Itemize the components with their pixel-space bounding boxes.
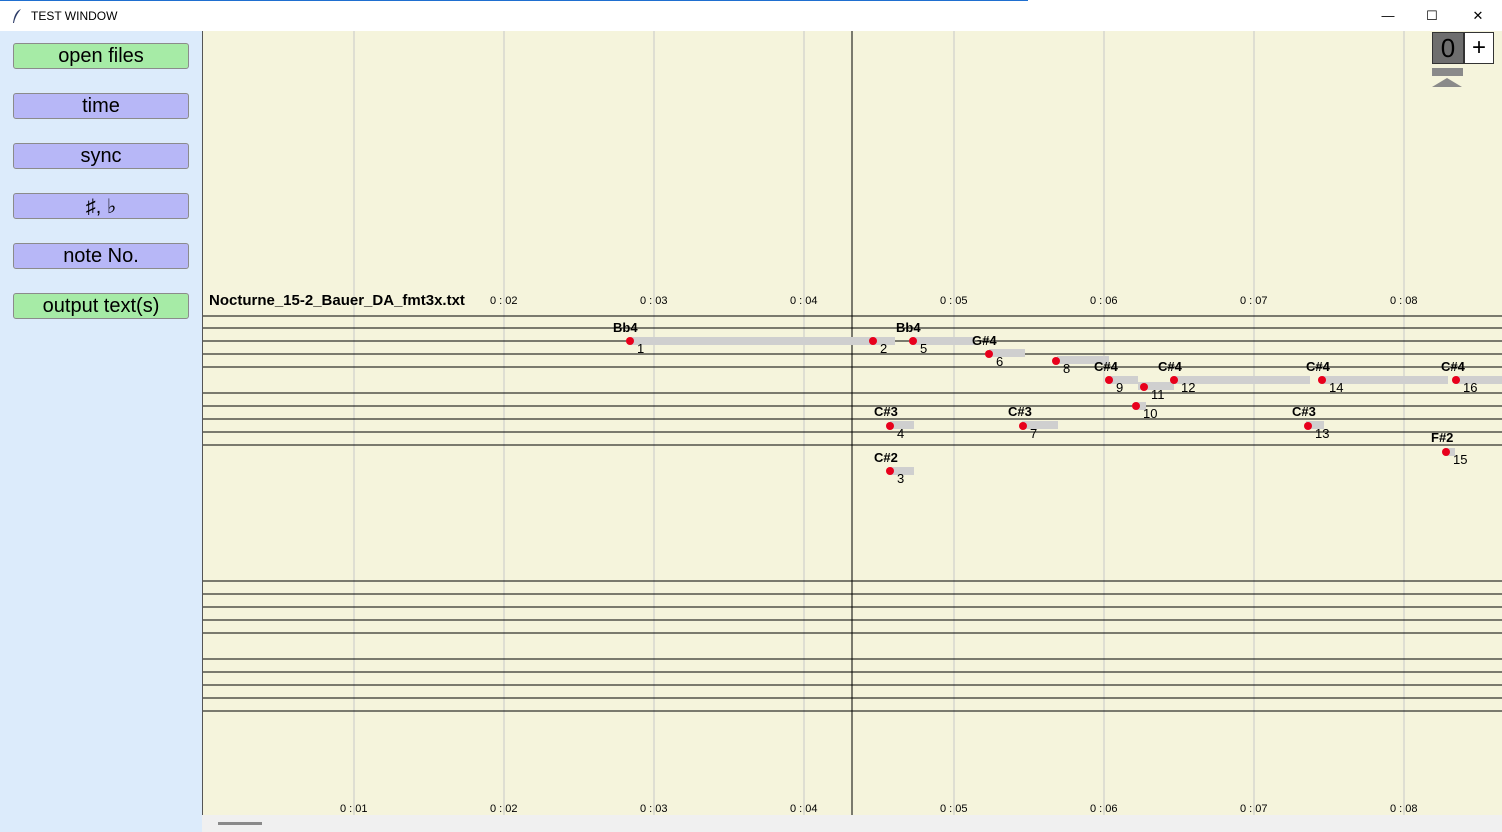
time-label-bottom: 0 : 08 (1390, 803, 1418, 815)
feather-icon (13, 9, 21, 23)
note-number-label: 16 (1463, 380, 1478, 395)
time-label-top: 0 : 07 (1240, 295, 1268, 307)
maximize-icon: ☐ (1426, 7, 1438, 23)
note-dot-8 (1052, 357, 1060, 365)
note-pitch-label: C#3 (874, 404, 898, 419)
sidebar: open files time sync ♯, ♭ note No. outpu… (0, 31, 202, 832)
note-dot-1 (626, 337, 634, 345)
note-number-label: 13 (1315, 426, 1330, 441)
note-number-label: 7 (1030, 426, 1038, 441)
sharp-flat-button[interactable]: ♯, ♭ (13, 193, 189, 219)
note-dot-16 (1452, 376, 1460, 384)
output-texts-button[interactable]: output text(s) (13, 293, 189, 319)
note-number-label: 11 (1151, 387, 1165, 402)
file-name-label: Nocturne_15-2_Bauer_DA_fmt3x.txt (209, 292, 465, 309)
note-pitch-label: C#2 (874, 450, 898, 465)
note-number-label: 5 (920, 341, 928, 356)
note-pitch-label: C#4 (1158, 359, 1182, 374)
note-dot-7 (1019, 422, 1027, 430)
scroll-up-arrow-icon[interactable] (1432, 78, 1462, 87)
time-label-top: 0 : 02 (490, 295, 518, 307)
zoom-level-display: 0 (1432, 32, 1464, 64)
note-number-label: 10 (1143, 406, 1158, 421)
title-bar: TEST WINDOW — ☐ ✕ (0, 0, 1502, 31)
note-number-label: 12 (1181, 380, 1196, 395)
note-number-label: 14 (1329, 380, 1344, 395)
sync-button[interactable]: sync (13, 143, 189, 169)
scrollbar-thumb[interactable] (218, 822, 262, 825)
time-label-top: 0 : 08 (1390, 295, 1418, 307)
note-dot-2 (869, 337, 877, 345)
note-dot-10 (1132, 402, 1140, 410)
note-number-label: 2 (880, 341, 888, 356)
note-dot-12 (1170, 376, 1178, 384)
zoom-in-button[interactable]: + (1464, 32, 1494, 64)
time-label-top: 0 : 06 (1090, 295, 1118, 307)
window-title: TEST WINDOW (31, 9, 118, 23)
zoom-slider-bar[interactable] (1432, 68, 1463, 76)
time-label-bottom: 0 : 05 (940, 803, 968, 815)
note-dot-13 (1304, 422, 1312, 430)
time-gridlines (353, 31, 1405, 815)
note-number-label: 15 (1453, 452, 1468, 467)
note-dot-11 (1140, 383, 1148, 391)
note-dot-5 (909, 337, 917, 345)
note-pitch-label: G#4 (972, 333, 997, 348)
note-dot-9 (1105, 376, 1113, 384)
note-dot-6 (985, 350, 993, 358)
time-label-bottom: 0 : 03 (640, 803, 668, 815)
time-label-bottom: 0 : 07 (1240, 803, 1268, 815)
maximize-button[interactable]: ☐ (1409, 0, 1455, 31)
note-pitch-label: C#3 (1008, 404, 1032, 419)
time-label-bottom: 0 : 01 (340, 803, 368, 815)
note-pitch-label: Bb4 (613, 320, 638, 335)
time-label-bottom: 0 : 02 (490, 803, 518, 815)
title-bar-accent (0, 0, 1028, 1)
note-number-label: 4 (897, 426, 905, 441)
open-files-button[interactable]: open files (13, 43, 189, 69)
close-icon: ✕ (1472, 7, 1484, 23)
note-pitch-label: F#2 (1431, 430, 1454, 445)
note-dot-3 (886, 467, 894, 475)
note-number-label: 8 (1063, 361, 1071, 376)
time-label-top: 0 : 04 (790, 295, 818, 307)
note-pitch-label: C#3 (1292, 404, 1316, 419)
note-dot-14 (1318, 376, 1326, 384)
note-number-label: 9 (1116, 380, 1124, 395)
time-button[interactable]: time (13, 93, 189, 119)
piano-roll-canvas[interactable]: Nocturne_15-2_Bauer_DA_fmt3x.txt 0 : 02 … (202, 31, 1502, 815)
minimize-icon: — (1381, 8, 1395, 23)
close-button[interactable]: ✕ (1455, 0, 1501, 31)
staff-grid (203, 31, 1502, 815)
note-pitch-label: Bb4 (896, 320, 921, 335)
time-label-bottom: 0 : 04 (790, 803, 818, 815)
note-dot-15 (1442, 448, 1450, 456)
note-number-label: 6 (996, 354, 1004, 369)
horizontal-scrollbar[interactable] (202, 815, 1502, 832)
note-number-button[interactable]: note No. (13, 243, 189, 269)
time-label-top: 0 : 05 (940, 295, 968, 307)
note-pitch-label: C#4 (1441, 359, 1465, 374)
note-number-label: 3 (897, 471, 905, 486)
minimize-button[interactable]: — (1365, 0, 1411, 31)
note-pitch-label: C#4 (1094, 359, 1118, 374)
note-dot-4 (886, 422, 894, 430)
time-label-top: 0 : 03 (640, 295, 668, 307)
note-pitch-label: C#4 (1306, 359, 1330, 374)
time-label-bottom: 0 : 06 (1090, 803, 1118, 815)
note-number-label: 1 (637, 341, 645, 356)
